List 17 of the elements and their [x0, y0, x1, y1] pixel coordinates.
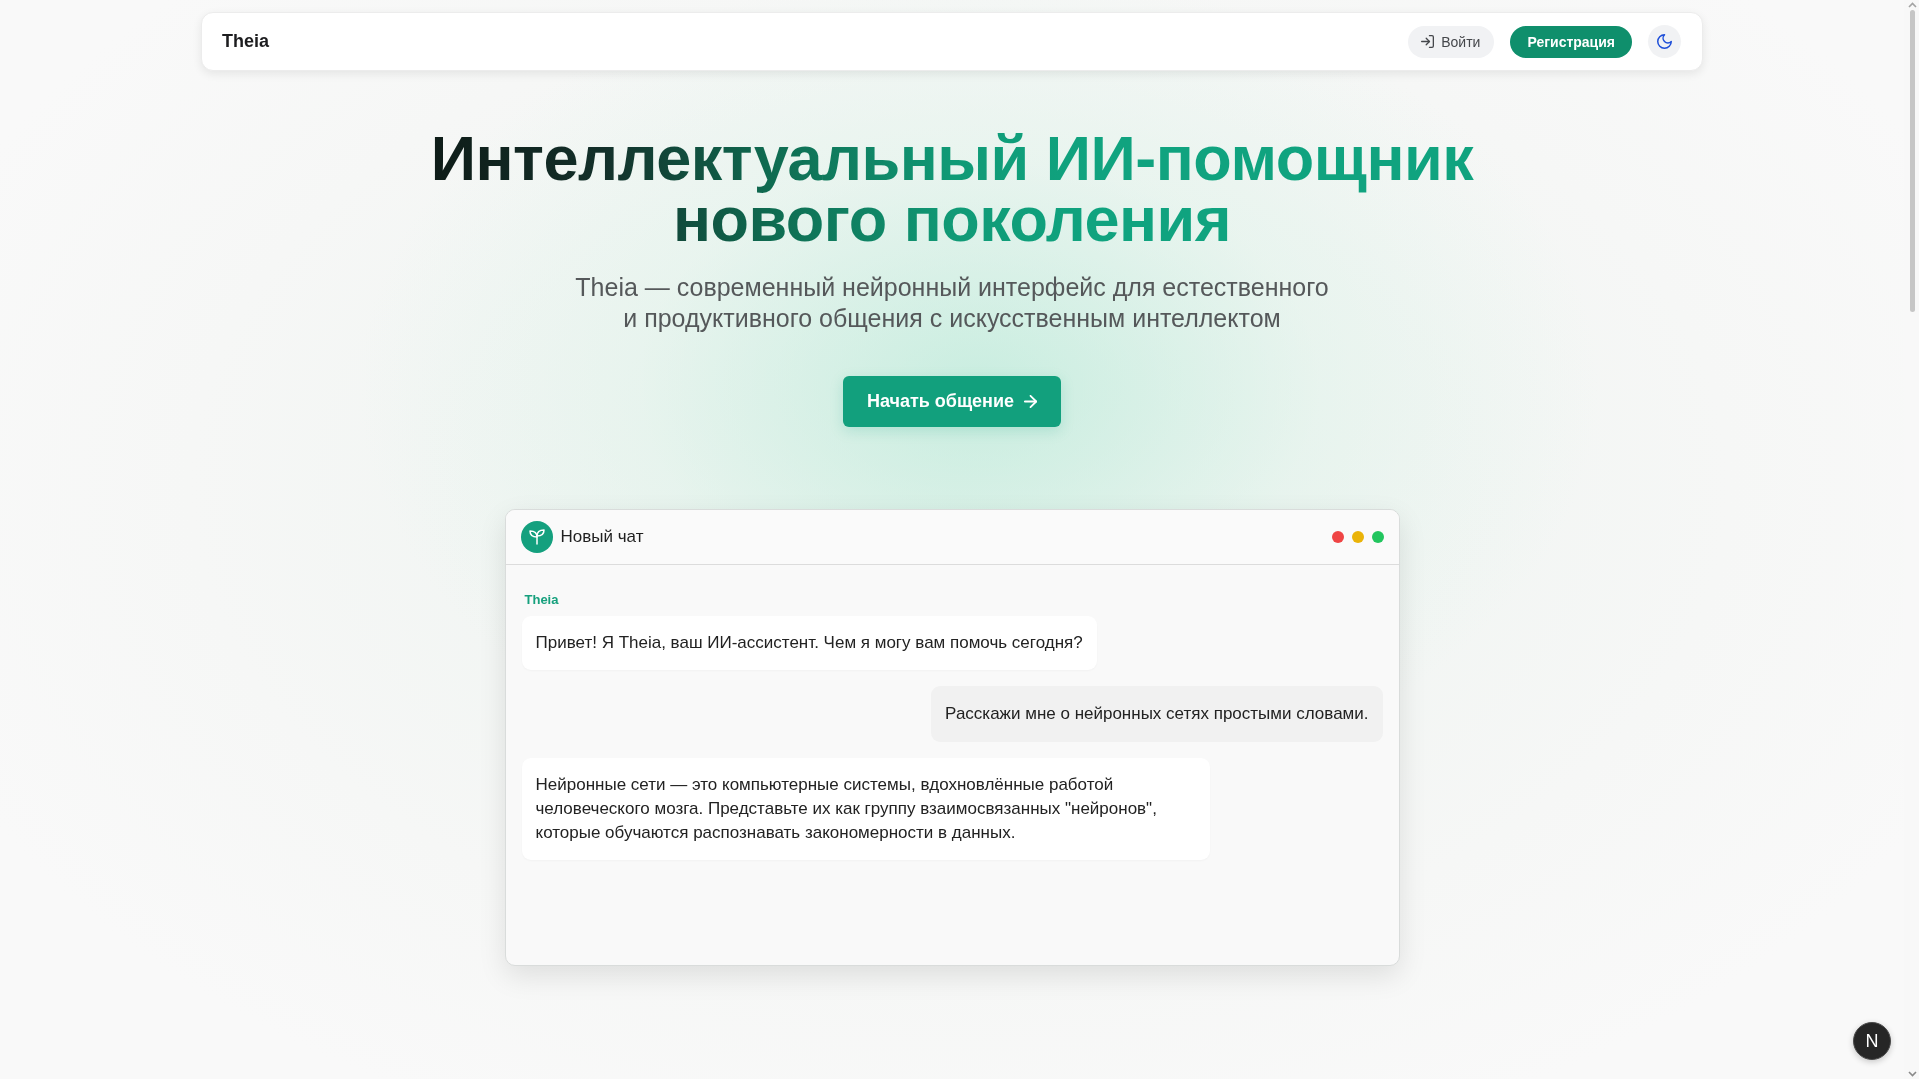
login-icon: [1421, 35, 1435, 48]
scroll-down-icon[interactable]: [1908, 1071, 1917, 1077]
theme-toggle-button[interactable]: [1648, 25, 1681, 58]
assistant-message: Привет! Я Theia, ваш ИИ-ассистент. Чем я могу вам помочь сегодня?: [521, 616, 1097, 670]
scroll-up-icon[interactable]: [1908, 2, 1917, 8]
signup-button[interactable]: Регистрация: [1510, 25, 1632, 58]
dev-tools-badge[interactable]: N: [1853, 1022, 1891, 1060]
chat-title: Новый чат: [560, 527, 644, 547]
user-message: Расскажи мне о нейронных сетях простыми словами.: [931, 686, 1383, 742]
moon-icon: [1657, 34, 1672, 49]
brand-name[interactable]: Theia: [222, 31, 269, 52]
sender-name: Theia: [523, 591, 559, 609]
assistant-message: Нейронные сети — это компьютерные системы, вдохновлённые работой человеческого мозга. Представьте их как группу взаимосвязанных "нейронов", которые обучаются распознавать закономерности в данных.: [521, 758, 1211, 860]
sprout-icon: [520, 521, 553, 553]
login-button[interactable]: Войти: [1408, 25, 1495, 58]
scrollbar-thumb[interactable]: [1910, 10, 1915, 312]
hero-subtitle: Theia — современный нейронный интерфейс для естественного и продуктивного общения с искусственным интеллектом: [574, 272, 1330, 334]
